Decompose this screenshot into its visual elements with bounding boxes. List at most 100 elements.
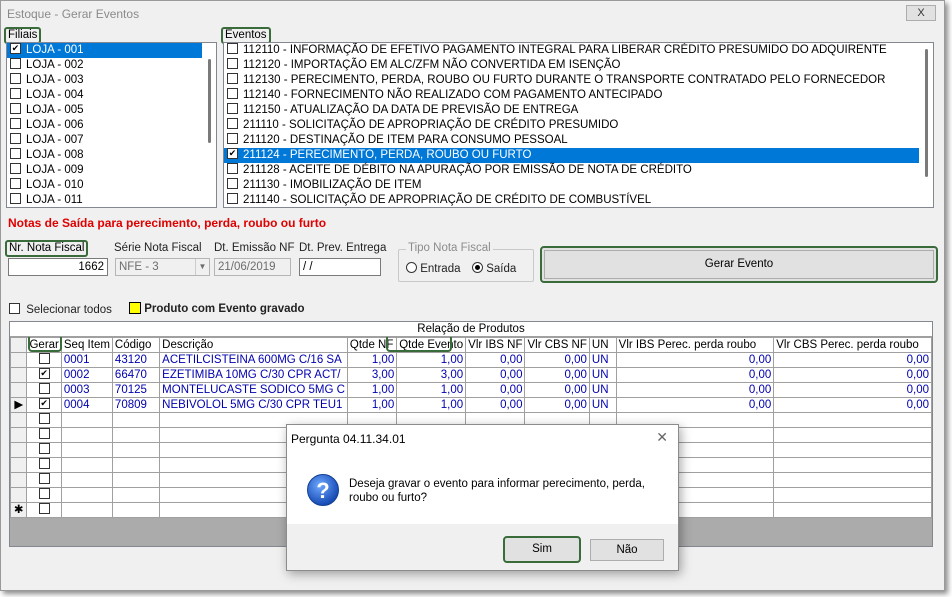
column-header[interactable]: UN bbox=[588, 337, 617, 353]
empty-cell[interactable] bbox=[773, 502, 932, 518]
filiais-item-checkbox[interactable] bbox=[10, 58, 21, 70]
filiais-item[interactable]: LOJA - 008 bbox=[7, 148, 202, 163]
cell-seq[interactable]: 0004 bbox=[60, 397, 113, 413]
cell-cbs-nf[interactable]: 0,00 bbox=[524, 352, 590, 368]
cell-cbs-nf[interactable]: 0,00 bbox=[524, 382, 590, 398]
eventos-list[interactable]: 112110 - INFORMAÇÃO DE EFETIVO PAGAMENTO… bbox=[223, 42, 934, 208]
gerar-checkbox[interactable] bbox=[38, 353, 50, 364]
filiais-item[interactable]: LOJA - 005 bbox=[7, 103, 202, 118]
gerar-cell[interactable]: ✔ bbox=[26, 367, 62, 383]
empty-cell[interactable] bbox=[111, 457, 161, 473]
empty-cell[interactable] bbox=[60, 427, 113, 443]
column-header[interactable]: Vlr CBS Perec. perda roubo bbox=[773, 337, 932, 353]
nao-button[interactable]: Não bbox=[590, 539, 664, 561]
gerar-checkbox[interactable] bbox=[38, 428, 50, 439]
eventos-scrollbar[interactable] bbox=[920, 43, 933, 207]
eventos-item[interactable]: ✔ 211124 - PERECIMENTO, PERDA, ROUBO OU F… bbox=[224, 148, 919, 163]
gerar-cell[interactable]: ✔ bbox=[26, 397, 62, 413]
empty-cell[interactable] bbox=[111, 427, 161, 443]
empty-cell[interactable] bbox=[111, 502, 161, 518]
filiais-item-checkbox[interactable] bbox=[10, 103, 21, 115]
cell-qtde-evento[interactable]: 1,00 bbox=[396, 397, 467, 413]
filiais-item[interactable]: LOJA - 009 bbox=[7, 163, 202, 178]
cell-qtde-nf[interactable]: 1,00 bbox=[346, 397, 398, 413]
gerar-checkbox[interactable] bbox=[38, 503, 50, 514]
close-icon[interactable]: ✕ bbox=[656, 429, 668, 446]
cell-cbs-nf[interactable]: 0,00 bbox=[524, 367, 590, 383]
gerar-checkbox[interactable] bbox=[38, 413, 50, 424]
gerar-cell[interactable] bbox=[26, 487, 62, 503]
selecionar-todos[interactable]: Selecionar todos bbox=[9, 303, 112, 316]
column-header[interactable]: Vlr CBS NF bbox=[524, 337, 590, 353]
empty-cell[interactable] bbox=[773, 457, 932, 473]
cell-un[interactable]: UN bbox=[588, 367, 617, 383]
chevron-down-icon[interactable]: ▼ bbox=[195, 259, 209, 275]
empty-cell[interactable] bbox=[111, 487, 161, 503]
filiais-item-checkbox[interactable] bbox=[10, 88, 21, 100]
gerar-cell[interactable] bbox=[26, 442, 62, 458]
table-row[interactable]: ▶ ✔ 0004 70809 NEBIVOLOL 5MG C/30 CPR TEU1 1,… bbox=[10, 397, 932, 413]
filiais-item[interactable]: LOJA - 007 bbox=[7, 133, 202, 148]
filiais-item[interactable]: LOJA - 011 bbox=[7, 193, 202, 207]
cell-qtde-evento[interactable]: 1,00 bbox=[396, 382, 467, 398]
cell-qtde-nf[interactable]: 1,00 bbox=[346, 382, 398, 398]
filiais-item-checkbox[interactable] bbox=[10, 193, 21, 205]
filiais-item[interactable]: LOJA - 003 bbox=[7, 73, 202, 88]
eventos-item-checkbox[interactable] bbox=[227, 133, 238, 145]
cell-qtde-evento[interactable]: 3,00 bbox=[396, 367, 467, 383]
eventos-item-checkbox[interactable] bbox=[227, 43, 238, 55]
eventos-item[interactable]: 211130 - IMOBILIZAÇÃO DE ITEM bbox=[224, 178, 919, 193]
filiais-item-checkbox[interactable] bbox=[10, 73, 21, 85]
cell-ibs-perec[interactable]: 0,00 bbox=[615, 397, 775, 413]
gerar-checkbox[interactable] bbox=[38, 473, 50, 484]
cell-descricao[interactable]: NEBIVOLOL 5MG C/30 CPR TEU1 bbox=[159, 397, 348, 413]
empty-cell[interactable] bbox=[111, 412, 161, 428]
filiais-item-checkbox[interactable] bbox=[10, 148, 21, 160]
cell-seq[interactable]: 0001 bbox=[60, 352, 113, 368]
cell-codigo[interactable]: 70125 bbox=[111, 382, 161, 398]
cell-cbs-nf[interactable]: 0,00 bbox=[524, 397, 590, 413]
eventos-item[interactable]: 211140 - SOLICITAÇÃO DE APROPRIAÇÃO DE C… bbox=[224, 193, 919, 207]
empty-cell[interactable] bbox=[111, 442, 161, 458]
table-row[interactable]: 0003 70125 MONTELUCASTE SODICO 5MG C 1,00 1,… bbox=[10, 382, 932, 398]
cell-un[interactable]: UN bbox=[588, 397, 617, 413]
filiais-item-checkbox[interactable]: ✔ bbox=[10, 43, 21, 55]
column-header[interactable]: Vlr IBS Perec. perda roubo bbox=[615, 337, 775, 353]
empty-cell[interactable] bbox=[60, 412, 113, 428]
filiais-item[interactable]: LOJA - 004 bbox=[7, 88, 202, 103]
eventos-item-checkbox[interactable] bbox=[227, 73, 238, 85]
cell-cbs-perec[interactable]: 0,00 bbox=[773, 367, 932, 383]
radio-entrada-circle[interactable] bbox=[406, 262, 417, 274]
cell-ibs-nf[interactable]: 0,00 bbox=[465, 397, 526, 413]
cell-un[interactable]: UN bbox=[588, 382, 617, 398]
cell-ibs-nf[interactable]: 0,00 bbox=[465, 367, 526, 383]
cell-qtde-evento[interactable]: 1,00 bbox=[396, 352, 467, 368]
empty-cell[interactable] bbox=[60, 502, 113, 518]
cell-descricao[interactable]: EZETIMIBA 10MG C/30 CPR ACT/ bbox=[159, 367, 348, 383]
radio-saida[interactable]: Saída bbox=[472, 262, 516, 275]
eventos-item[interactable]: 211120 - DESTINAÇÃO DE ITEM PARA CONSUMO… bbox=[224, 133, 919, 148]
sim-button[interactable]: Sim bbox=[503, 536, 581, 563]
filiais-scrollbar[interactable] bbox=[203, 43, 216, 207]
radio-saida-circle[interactable] bbox=[472, 262, 483, 274]
gerar-cell[interactable] bbox=[26, 352, 62, 368]
empty-cell[interactable] bbox=[773, 472, 932, 488]
gerar-cell[interactable] bbox=[26, 382, 62, 398]
filiais-item[interactable]: LOJA - 010 bbox=[7, 178, 202, 193]
cell-cbs-perec[interactable]: 0,00 bbox=[773, 397, 932, 413]
eventos-item-checkbox[interactable] bbox=[227, 163, 238, 175]
eventos-item[interactable]: 112140 - FORNECIMENTO NÃO REALIZADO COM … bbox=[224, 88, 919, 103]
eventos-item-checkbox[interactable]: ✔ bbox=[227, 148, 238, 160]
eventos-item-checkbox[interactable] bbox=[227, 118, 238, 130]
column-header[interactable]: Seq Item bbox=[60, 337, 113, 353]
radio-entrada[interactable]: Entrada bbox=[406, 262, 460, 275]
empty-cell[interactable] bbox=[60, 457, 113, 473]
cell-codigo[interactable]: 70809 bbox=[111, 397, 161, 413]
eventos-item[interactable]: 211110 - SOLICITAÇÃO DE APROPRIAÇÃO DE C… bbox=[224, 118, 919, 133]
eventos-item[interactable]: 112130 - PERECIMENTO, PERDA, ROUBO OU FU… bbox=[224, 73, 919, 88]
cell-qtde-nf[interactable]: 3,00 bbox=[346, 367, 398, 383]
prev-entrega-field[interactable]: / / bbox=[299, 258, 381, 276]
eventos-item[interactable]: 112120 - IMPORTAÇÃO EM ALC/ZFM NÃO CONVE… bbox=[224, 58, 919, 73]
filiais-item[interactable]: ✔ LOJA - 001 bbox=[7, 43, 202, 58]
gerar-checkbox[interactable] bbox=[38, 458, 50, 469]
